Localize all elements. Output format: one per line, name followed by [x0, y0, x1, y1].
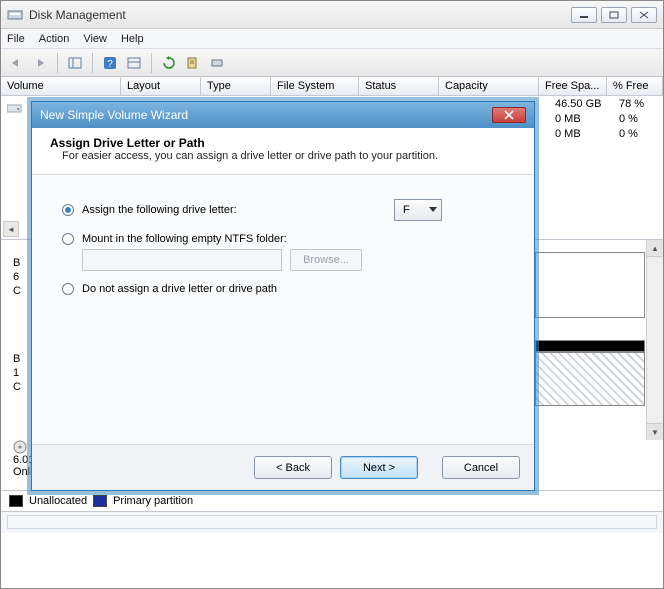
- dialog-close-button[interactable]: [492, 107, 526, 123]
- option-assign-letter-row[interactable]: Assign the following drive letter: F: [62, 199, 442, 221]
- dialog-title: New Simple Volume Wizard: [40, 108, 492, 122]
- menu-help[interactable]: Help: [121, 33, 144, 45]
- title-bar: Disk Management: [1, 1, 663, 29]
- dialog-header: Assign Drive Letter or Path For easier a…: [32, 128, 534, 175]
- maximize-button[interactable]: [601, 7, 627, 23]
- browse-button: Browse...: [290, 249, 362, 271]
- row1-pct: 0 %: [617, 113, 663, 128]
- menu-bar: File Action View Help: [1, 29, 663, 49]
- radio-assign-letter[interactable]: [62, 204, 74, 216]
- back-button[interactable]: < Back: [254, 456, 332, 479]
- close-button[interactable]: [631, 7, 657, 23]
- h-scroll-left[interactable]: ◄: [3, 221, 19, 237]
- properties-icon[interactable]: [182, 52, 204, 74]
- label-mount-folder: Mount in the following empty NTFS folder…: [82, 233, 287, 245]
- status-bar: [1, 511, 663, 533]
- disk0-right-partition: [535, 252, 645, 318]
- menu-view[interactable]: View: [83, 33, 107, 45]
- legend-swatch-unallocated: [9, 495, 23, 507]
- chevron-down-icon: [429, 207, 437, 213]
- disk-management-icon: [7, 7, 23, 23]
- drive-letter-select[interactable]: F: [394, 199, 442, 221]
- radio-mount-folder[interactable]: [62, 233, 74, 245]
- label-no-letter: Do not assign a drive letter or drive pa…: [82, 283, 277, 295]
- dialog-subheading: For easier access, you can assign a driv…: [50, 150, 516, 162]
- scroll-up-icon[interactable]: ▲: [647, 240, 663, 257]
- back-icon[interactable]: [5, 52, 27, 74]
- window-title: Disk Management: [29, 8, 571, 22]
- action-icon[interactable]: [206, 52, 228, 74]
- disk1-right-partition: [535, 352, 645, 406]
- settings-icon[interactable]: [123, 52, 145, 74]
- col-layout[interactable]: Layout: [121, 77, 201, 95]
- row1-free: 0 MB: [549, 113, 617, 128]
- option-mount-row[interactable]: Mount in the following empty NTFS folder…: [62, 233, 510, 245]
- forward-icon[interactable]: [29, 52, 51, 74]
- v-scrollbar[interactable]: ▲ ▼: [646, 240, 663, 440]
- dialog-title-bar[interactable]: New Simple Volume Wizard: [32, 102, 534, 128]
- dialog-body: Assign the following drive letter: F Mou…: [32, 175, 534, 295]
- col-volume[interactable]: Volume: [1, 77, 121, 95]
- new-simple-volume-wizard: New Simple Volume Wizard Assign Drive Le…: [31, 101, 535, 491]
- radio-no-letter[interactable]: [62, 283, 74, 295]
- minimize-button[interactable]: [571, 7, 597, 23]
- next-button[interactable]: Next >: [340, 456, 418, 479]
- col-filesystem[interactable]: File System: [271, 77, 359, 95]
- legend: Unallocated Primary partition: [1, 490, 663, 511]
- disk1-stub: B 1 C: [13, 352, 21, 394]
- col-status[interactable]: Status: [359, 77, 439, 95]
- mount-path-input: [82, 249, 282, 271]
- svg-text:?: ?: [107, 59, 113, 70]
- volume-row-icon: [1, 100, 25, 116]
- disk1-right-header: [535, 340, 645, 352]
- toolbar: ?: [1, 49, 663, 77]
- row0-free: 46.50 GB: [549, 98, 617, 113]
- dialog-heading: Assign Drive Letter or Path: [50, 136, 516, 150]
- legend-swatch-primary: [93, 495, 107, 507]
- drive-letter-value: F: [403, 204, 410, 216]
- refresh-icon[interactable]: [158, 52, 180, 74]
- legend-primary: Primary partition: [113, 495, 193, 507]
- col-type[interactable]: Type: [201, 77, 271, 95]
- label-assign-letter: Assign the following drive letter:: [82, 204, 237, 216]
- legend-unallocated: Unallocated: [29, 495, 87, 507]
- row2-pct: 0 %: [617, 128, 663, 143]
- option-no-letter-row[interactable]: Do not assign a drive letter or drive pa…: [62, 283, 510, 295]
- col-capacity[interactable]: Capacity: [439, 77, 539, 95]
- volume-list-header: Volume Layout Type File System Status Ca…: [1, 77, 663, 96]
- menu-action[interactable]: Action: [39, 33, 70, 45]
- col-percent[interactable]: % Free: [607, 77, 663, 95]
- cdrom-icon: [13, 440, 27, 454]
- dialog-footer: < Back Next > Cancel: [32, 444, 534, 490]
- menu-file[interactable]: File: [7, 33, 25, 45]
- cancel-button[interactable]: Cancel: [442, 456, 520, 479]
- row0-pct: 78 %: [617, 98, 663, 113]
- volume-list-right-columns: 46.50 GB78 % 0 MB0 % 0 MB0 %: [549, 96, 663, 143]
- help-icon[interactable]: ?: [99, 52, 121, 74]
- show-hide-tree-icon[interactable]: [64, 52, 86, 74]
- col-free[interactable]: Free Spa...: [539, 77, 607, 95]
- row2-free: 0 MB: [549, 128, 617, 143]
- scroll-down-icon[interactable]: ▼: [647, 423, 663, 440]
- disk0-stub: B 6 C: [13, 256, 21, 298]
